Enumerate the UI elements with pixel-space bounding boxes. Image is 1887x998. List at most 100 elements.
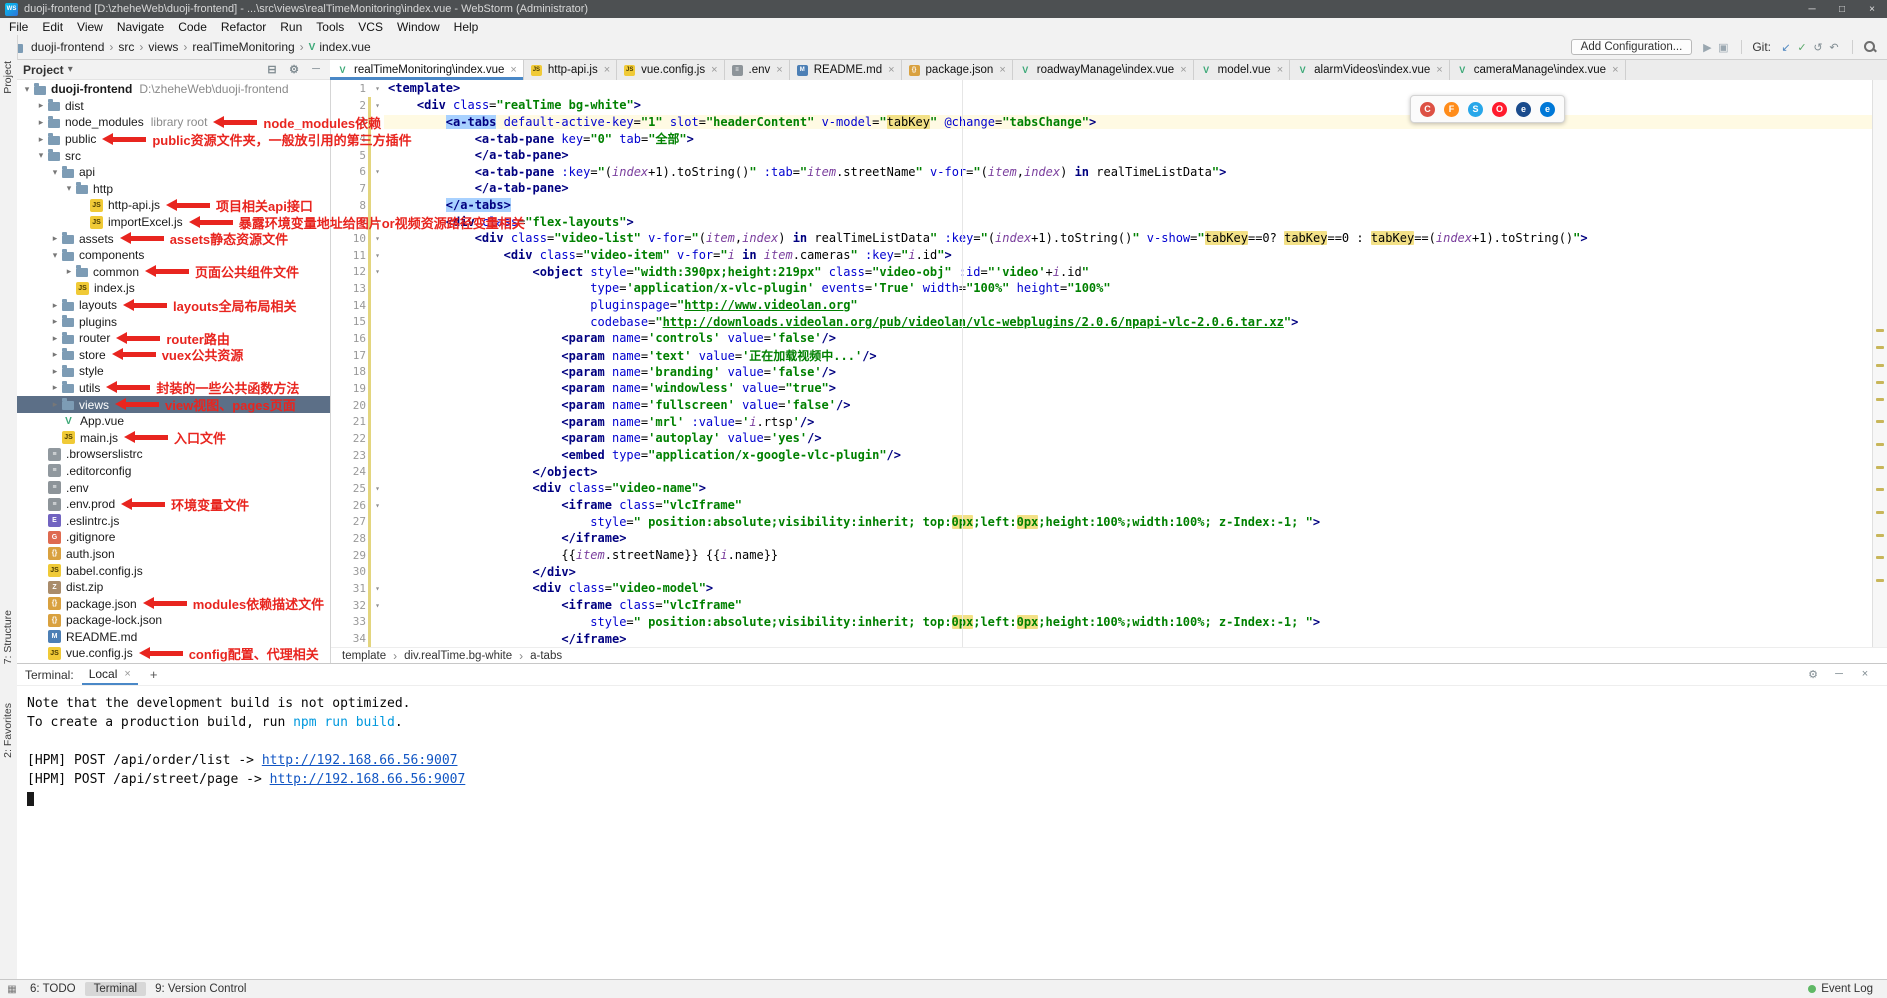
ie-icon[interactable]: e [1516,102,1531,117]
tree-item-public[interactable]: ▸publicpublic资源文件夹，一般放引用的第三方插件 [17,131,330,148]
tree-item-.browserslistrc[interactable]: ≡.browserslistrc [17,446,330,463]
menu-item-edit[interactable]: Edit [35,20,70,34]
warning-stripe-mark[interactable] [1876,443,1884,446]
editor-tab-alarmvideos-index.vue[interactable]: ValarmVideos\index.vue× [1290,60,1450,80]
breadcrumb-item-duoji-frontend[interactable]: duoji-frontend [31,40,104,54]
project-panel-title[interactable]: Project [23,63,64,77]
close-icon[interactable]: × [1857,668,1873,681]
breadcrumb-item-realtimemonitoring[interactable]: realTimeMonitoring [192,40,294,54]
fold-icon[interactable]: ▾ [371,484,384,493]
breadcrumb-item-div.realtime.bg-white[interactable]: div.realTime.bg-white [404,650,512,662]
tree-item-layouts[interactable]: ▸layoutslayouts全局布局相关 [17,297,330,314]
warning-stripe-mark[interactable] [1876,579,1884,582]
chevron-right-icon[interactable]: ▸ [49,349,61,360]
tree-item-dist[interactable]: ▸dist [17,98,330,115]
chevron-right-icon[interactable]: ▸ [49,366,61,377]
close-icon[interactable]: × [776,64,782,76]
terminal-link[interactable]: http://192.168.66.56:9007 [262,753,458,768]
chevron-down-icon[interactable]: ▾ [49,167,61,178]
terminal-link[interactable]: http://192.168.66.56:9007 [270,772,466,787]
tree-item-store[interactable]: ▸storevuex公共资源 [17,347,330,364]
statusbar-item-terminal[interactable]: Terminal [85,982,146,996]
tree-item-.gitignore[interactable]: G.gitignore [17,529,330,546]
editor-tab-readme.md[interactable]: MREADME.md× [790,60,902,80]
terminal-output[interactable]: Note that the development build is not o… [17,686,1887,808]
settings-icon[interactable]: ⚙ [1805,668,1821,681]
tree-item-package-lock.json[interactable]: {}package-lock.json [17,612,330,629]
chevron-right-icon[interactable]: ▸ [63,266,75,277]
tool-strip-structure[interactable]: 7: Structure [2,610,14,664]
tree-item-duoji-frontend[interactable]: ▾duoji-frontendD:\zheheWeb\duoji-fronten… [17,81,330,98]
settings-icon[interactable]: ⚙ [286,63,302,76]
tree-item-.env.prod[interactable]: ≡.env.prod环境变量文件 [17,496,330,513]
warning-stripe-mark[interactable] [1876,466,1884,469]
tree-item-.eslintrc.js[interactable]: E.eslintrc.js [17,512,330,529]
warning-stripe-mark[interactable] [1876,488,1884,491]
chevron-right-icon[interactable]: ▸ [49,233,61,244]
warning-stripe-mark[interactable] [1876,346,1884,349]
menu-item-help[interactable]: Help [447,20,486,34]
debug-icon[interactable]: ▣ [1715,41,1731,54]
tree-item-api[interactable]: ▾api [17,164,330,181]
menu-item-tools[interactable]: Tools [309,20,351,34]
tree-item-src[interactable]: ▾src [17,147,330,164]
editor-tab-realtimemonitoring-index.vue[interactable]: VrealTimeMonitoring\index.vue× [330,60,524,80]
fold-icon[interactable]: ▾ [371,167,384,176]
warning-stripe-mark[interactable] [1876,381,1884,384]
tree-item-http[interactable]: ▾http [17,181,330,198]
warning-stripe-mark[interactable] [1876,511,1884,514]
tree-item-index.js[interactable]: JSindex.js [17,280,330,297]
editor-tab-package.json[interactable]: {}package.json× [902,60,1013,80]
fold-icon[interactable]: ▾ [371,501,384,510]
tree-item-assets[interactable]: ▸assetsassets静态资源文件 [17,230,330,247]
editor-tab-http-api.js[interactable]: JShttp-api.js× [524,60,617,80]
close-icon[interactable]: × [711,64,717,76]
chevron-right-icon[interactable]: ▸ [49,382,61,393]
tool-strip-favorites[interactable]: 2: Favorites [2,703,14,758]
terminal-tab-local[interactable]: Local × [82,665,138,685]
close-icon[interactable]: × [124,668,130,680]
tree-item-.env[interactable]: ≡.env [17,479,330,496]
tree-item-plugins[interactable]: ▸plugins [17,313,330,330]
warning-stripe-mark[interactable] [1876,329,1884,332]
fold-icon[interactable]: ▾ [371,267,384,276]
menu-item-run[interactable]: Run [273,20,309,34]
tree-item-node-modules[interactable]: ▸node_moduleslibrary rootnode_modules依赖 [17,114,330,131]
tree-item-style[interactable]: ▸style [17,363,330,380]
fold-icon[interactable]: ▾ [371,101,384,110]
close-icon[interactable]: × [1277,64,1283,76]
editor-tab-.env[interactable]: ≡.env× [725,60,790,80]
minimize-button[interactable]: ─ [1797,0,1827,18]
editor-tab-roadwaymanage-index.vue[interactable]: VroadwayManage\index.vue× [1013,60,1194,80]
chevron-down-icon[interactable]: ▾ [63,183,75,194]
commit-icon[interactable]: ✓ [1794,41,1810,54]
chevron-down-icon[interactable]: ▾ [68,64,73,75]
breadcrumb-item-views[interactable]: views [148,40,178,54]
tree-item-readme.md[interactable]: MREADME.md [17,629,330,646]
code-editor[interactable]: 1▾<template>2▾ <div class="realTime bg-w… [330,80,1873,647]
tree-item-babel.config.js[interactable]: JSbabel.config.js [17,562,330,579]
fold-icon[interactable]: ▾ [371,234,384,243]
menu-item-code[interactable]: Code [171,20,214,34]
chevron-right-icon[interactable]: ▸ [35,117,47,128]
history-icon[interactable]: ↺ [1810,41,1826,54]
fold-icon[interactable]: ▾ [371,84,384,93]
firefox-icon[interactable]: F [1444,102,1459,117]
event-log[interactable]: Event Log [1821,983,1873,995]
warning-stripe-mark[interactable] [1876,364,1884,367]
editor-tab-model.vue[interactable]: Vmodel.vue× [1194,60,1291,80]
menu-item-file[interactable]: File [2,20,35,34]
chevron-right-icon[interactable]: ▸ [35,100,47,111]
editor-tab-vue.config.js[interactable]: JSvue.config.js× [617,60,724,80]
editor-tab-cameramanage-index.vue[interactable]: VcameraManage\index.vue× [1450,60,1626,80]
new-terminal-button[interactable]: + [146,667,162,682]
menu-item-window[interactable]: Window [390,20,447,34]
breadcrumb-item-index.vue[interactable]: index.vue [319,40,370,54]
menu-item-navigate[interactable]: Navigate [110,20,171,34]
search-icon[interactable] [1863,40,1877,54]
close-icon[interactable]: × [510,64,516,76]
tree-item-utils[interactable]: ▸utils封装的一些公共函数方法 [17,380,330,397]
close-icon[interactable]: × [604,64,610,76]
fold-icon[interactable]: ▾ [371,601,384,610]
menu-item-vcs[interactable]: VCS [351,20,390,34]
